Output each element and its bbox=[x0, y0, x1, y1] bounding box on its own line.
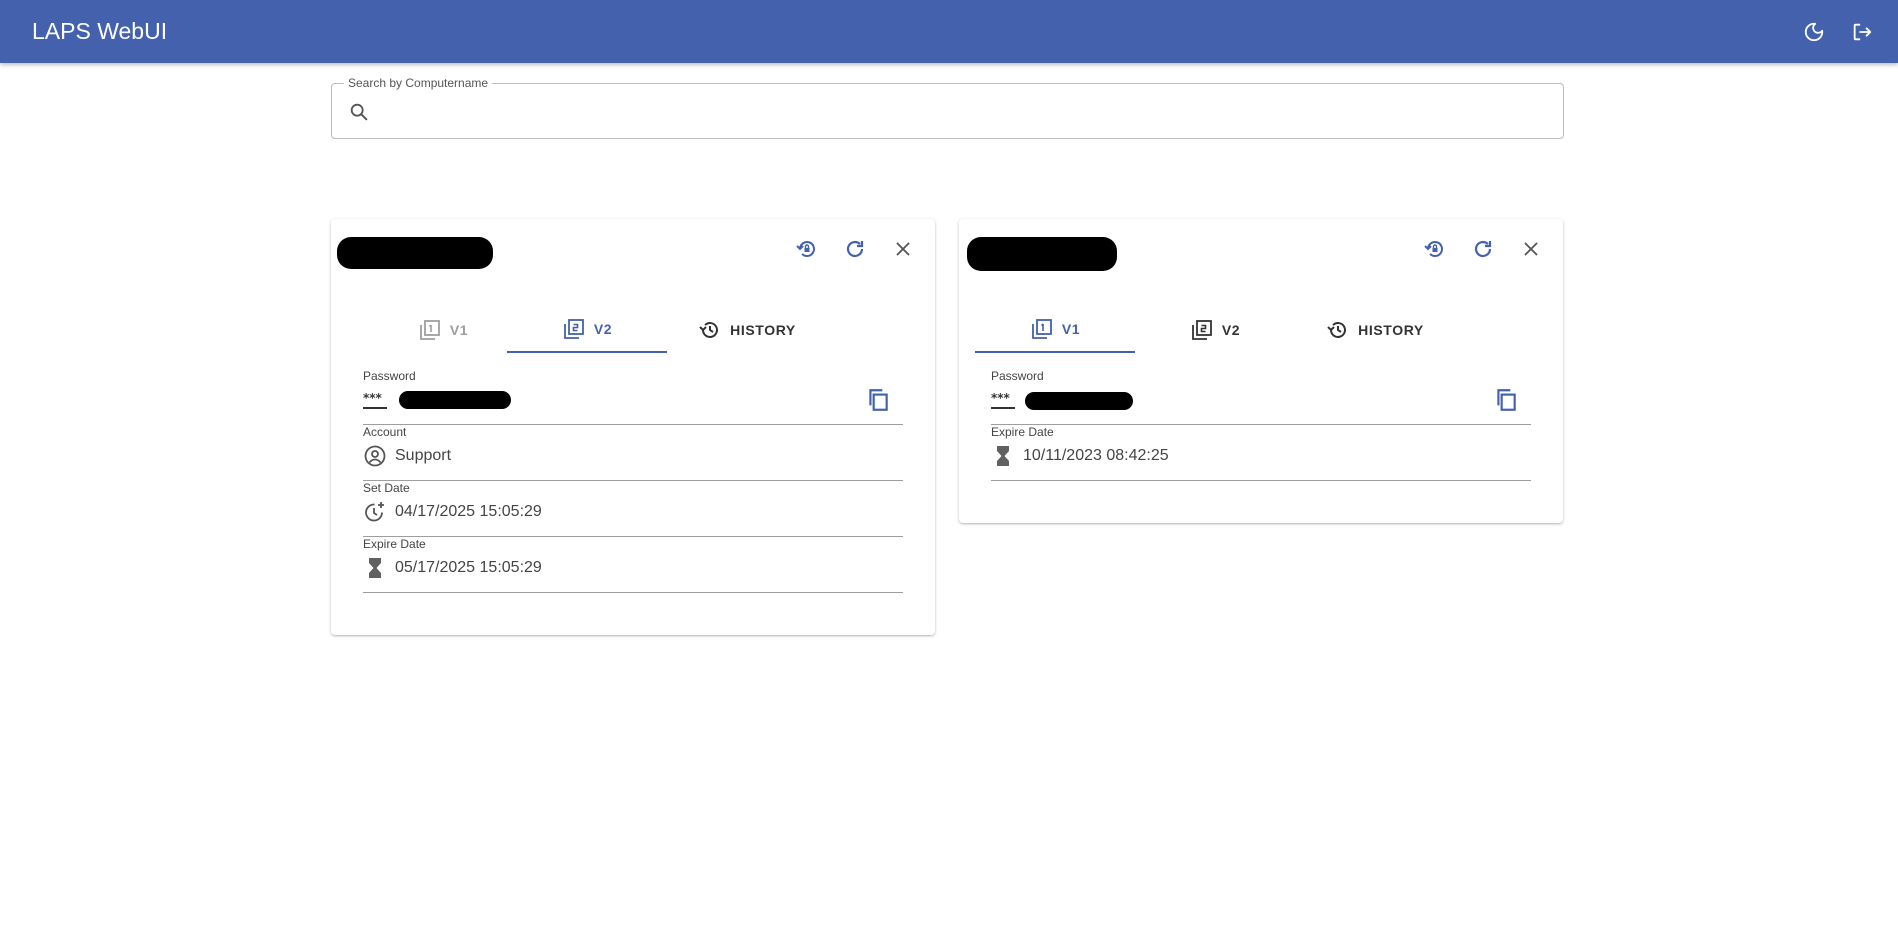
app-title: LAPS WebUI bbox=[32, 18, 168, 44]
theme-toggle-button[interactable] bbox=[1800, 18, 1828, 46]
clock-plus-icon bbox=[363, 500, 387, 524]
refresh-button[interactable] bbox=[841, 235, 869, 263]
tab-v2-label: V2 bbox=[1221, 322, 1241, 338]
tab-v2-label: V2 bbox=[593, 321, 613, 337]
close-icon bbox=[896, 242, 910, 256]
tab-history[interactable]: HISTORY bbox=[1295, 307, 1455, 353]
set-date-label: Set Date bbox=[363, 481, 410, 495]
reset-password-icon bbox=[1424, 241, 1443, 257]
close-button[interactable] bbox=[1517, 235, 1545, 263]
expire-date-field: Expire Date 10/11/2023 08:42:25 bbox=[991, 425, 1531, 481]
expire-date-value: 10/11/2023 08:42:25 bbox=[1023, 447, 1169, 464]
redacted-password bbox=[1025, 392, 1133, 410]
tab-history-label: HISTORY bbox=[1358, 322, 1424, 338]
expire-date-label: Expire Date bbox=[991, 425, 1054, 439]
password-field: Password *** *** bbox=[363, 369, 903, 425]
refresh-icon bbox=[846, 240, 864, 258]
filter-2-icon bbox=[1191, 320, 1212, 340]
reset-password-button[interactable] bbox=[793, 235, 821, 263]
search-icon bbox=[350, 103, 368, 121]
refresh-icon bbox=[1474, 240, 1492, 258]
expire-date-value: 05/17/2025 15:05:29 bbox=[395, 559, 542, 576]
tab-history-label: HISTORY bbox=[730, 322, 796, 338]
account-circle-icon bbox=[363, 444, 387, 468]
password-label: Password bbox=[991, 369, 1044, 383]
filter-1-icon bbox=[1031, 319, 1052, 339]
reset-password-button[interactable] bbox=[1421, 235, 1449, 263]
tab-v2[interactable]: V2 bbox=[1135, 307, 1295, 353]
set-date-value: 04/17/2025 15:05:29 bbox=[395, 503, 542, 520]
account-label: Account bbox=[363, 425, 407, 439]
hourglass-icon bbox=[363, 556, 387, 580]
logout-icon bbox=[1853, 23, 1872, 41]
password-label: Password bbox=[363, 369, 416, 383]
account-value: Support bbox=[395, 447, 452, 464]
filter-1-icon bbox=[419, 320, 440, 340]
svg-text:***: *** bbox=[991, 391, 1011, 405]
history-icon bbox=[699, 322, 719, 338]
password-field: Password *** *** bbox=[991, 369, 1531, 425]
password-icon: *** bbox=[991, 388, 1015, 412]
copy-icon[interactable] bbox=[1493, 387, 1519, 413]
close-button[interactable] bbox=[889, 235, 917, 263]
account-field: Account Support bbox=[363, 425, 903, 481]
filter-2-icon bbox=[563, 319, 584, 339]
redacted-computer-name bbox=[337, 237, 493, 269]
tab-v2[interactable]: V2 bbox=[507, 307, 667, 353]
copy-icon[interactable] bbox=[865, 387, 891, 413]
close-icon bbox=[1524, 242, 1538, 256]
refresh-button[interactable] bbox=[1469, 235, 1497, 263]
logout-button[interactable] bbox=[1848, 18, 1876, 46]
redacted-computer-name bbox=[967, 237, 1117, 271]
expire-date-field: Expire Date 05/17/2025 15:05:29 bbox=[363, 537, 903, 593]
password-icon: *** bbox=[363, 388, 387, 412]
tab-v1-label: V1 bbox=[1061, 321, 1081, 337]
app-bar: LAPS WebUI bbox=[0, 0, 1898, 63]
tab-v1[interactable]: V1 bbox=[363, 307, 523, 353]
history-icon bbox=[1327, 322, 1347, 338]
computer-card: V1 V2 HISTORY Password *** *** Account S… bbox=[331, 219, 935, 635]
reset-password-icon bbox=[796, 241, 815, 257]
redacted-password bbox=[399, 391, 511, 409]
tab-history[interactable]: HISTORY bbox=[667, 307, 827, 353]
set-date-field: Set Date 04/17/2025 15:05:29 bbox=[363, 481, 903, 537]
moon-icon bbox=[1804, 22, 1824, 42]
search-input[interactable] bbox=[382, 94, 1542, 128]
hourglass-icon bbox=[991, 444, 1015, 468]
search-field[interactable]: Search by Computername bbox=[331, 76, 1564, 139]
svg-text:***: *** bbox=[363, 391, 383, 405]
expire-date-label: Expire Date bbox=[363, 537, 426, 551]
tab-v1-label: V1 bbox=[449, 322, 469, 338]
computer-card: V1 V2 HISTORY Password *** *** Expire Da… bbox=[959, 219, 1563, 523]
search-label: Search by Computername bbox=[344, 76, 493, 90]
tab-v1[interactable]: V1 bbox=[975, 307, 1135, 353]
